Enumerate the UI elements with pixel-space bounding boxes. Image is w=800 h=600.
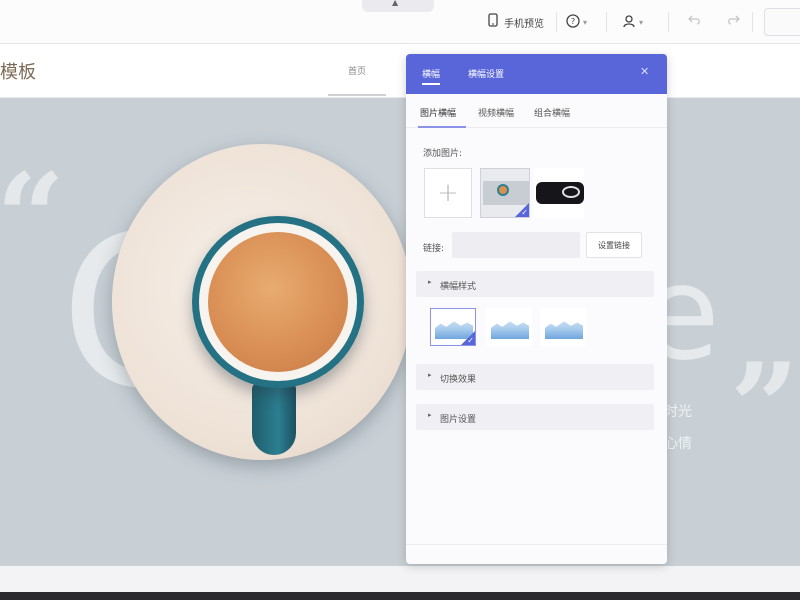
banner-text-line2: 心情: [664, 436, 692, 452]
link-label: 链接:: [423, 244, 445, 254]
svg-text:?: ?: [571, 17, 575, 26]
wave-style-image: [491, 321, 529, 339]
section-image-settings[interactable]: ▸ 图片设置: [416, 404, 654, 430]
active-tab-underline: [418, 126, 466, 128]
save-button[interactable]: [764, 8, 800, 36]
thumb-detail: [562, 186, 580, 198]
nav-item-home[interactable]: 首页: [330, 64, 384, 77]
taskbar-strip: [0, 592, 800, 600]
wave-style-image: [545, 321, 583, 339]
panel-footer-divider: [406, 544, 667, 545]
user-icon: [622, 14, 636, 31]
chevron-down-icon: ▾: [639, 17, 644, 27]
site-header: 模板 首页: [0, 44, 800, 98]
redo-icon[interactable]: [726, 12, 740, 30]
top-toolbar: ▲ 手机预览 ? ▾ ▾: [0, 0, 800, 44]
nav-active-underline: [328, 94, 386, 96]
undo-icon[interactable]: [688, 12, 702, 30]
close-icon[interactable]: ✕: [640, 65, 649, 78]
toolbar-divider: [606, 12, 607, 32]
page-footer-area: [0, 566, 800, 592]
banner-text-line1: 时光: [664, 404, 692, 420]
quote-mark-open: “: [0, 147, 66, 288]
banner-style-option-2[interactable]: [486, 308, 532, 346]
plus-icon: +: [437, 178, 459, 208]
section-title: 横幅样式: [440, 282, 477, 292]
tab-video-banner[interactable]: 视频横幅: [478, 106, 514, 119]
mobile-preview-label: 手机预览: [504, 18, 544, 30]
caret-icon: ▸: [428, 371, 432, 379]
caret-icon: ▸: [428, 278, 432, 286]
banner-style-option-3[interactable]: [540, 308, 586, 346]
coffee-image: [208, 232, 348, 372]
chevron-up-icon[interactable]: ▲: [392, 0, 398, 7]
toolbar-divider: [556, 12, 557, 32]
banner-type-tabs: 图片横幅 视频横幅 组合横幅: [406, 94, 667, 128]
tab-image-banner[interactable]: 图片横幅: [420, 106, 456, 119]
user-menu-button[interactable]: ▾: [622, 12, 643, 32]
add-image-label: 添加图片:: [423, 149, 463, 159]
section-title: 图片设置: [440, 415, 477, 425]
tab-combo-banner[interactable]: 组合横幅: [534, 106, 570, 119]
checkmark-icon: ✓: [521, 208, 528, 217]
section-title: 切换效果: [440, 375, 477, 385]
panel-header: 横幅 横幅设置 ✕: [406, 54, 667, 94]
cup-handle-image: [252, 383, 296, 455]
tab-banner-settings[interactable]: 横幅设置: [468, 67, 504, 80]
site-title: 模板: [0, 62, 36, 83]
set-link-button[interactable]: 设置链接: [586, 232, 642, 258]
checkmark-icon: ✓: [467, 336, 474, 345]
tab-banner[interactable]: 横幅: [422, 67, 441, 85]
banner-style-option-1[interactable]: ✓: [430, 308, 476, 346]
mobile-preview-button[interactable]: 手机预览: [488, 12, 544, 32]
caret-icon: ▸: [428, 411, 432, 419]
quote-mark-close: ”: [730, 337, 800, 478]
toolbar-divider: [668, 12, 669, 32]
toolbar-divider: [752, 12, 753, 32]
section-transition-effect[interactable]: ▸ 切换效果: [416, 364, 654, 390]
banner-image-thumb-1[interactable]: ✓: [480, 168, 530, 218]
chevron-down-icon: ▾: [583, 17, 588, 27]
help-button[interactable]: ? ▾: [566, 12, 587, 32]
help-icon: ?: [566, 13, 580, 31]
section-banner-style[interactable]: ▸ 横幅样式: [416, 271, 654, 297]
phone-icon: [488, 13, 498, 31]
link-input[interactable]: [452, 232, 580, 258]
add-image-button[interactable]: +: [424, 168, 472, 218]
thumb-cup-image: [497, 184, 509, 196]
banner-image-thumb-2[interactable]: [534, 168, 584, 218]
banner-settings-panel: 横幅 横幅设置 ✕ 图片横幅 视频横幅 组合横幅 添加图片: + ✓ 链接: 设…: [406, 54, 667, 564]
banner[interactable]: “ C e ” 时光 心情: [0, 98, 800, 566]
